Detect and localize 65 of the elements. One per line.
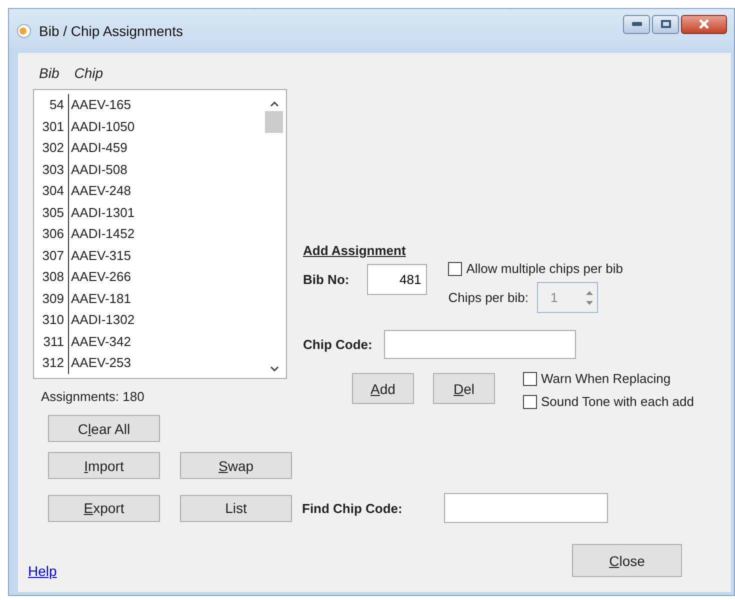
bib-cell-text: 304 bbox=[41, 183, 65, 198]
field-label: Find Chip Code: bbox=[302, 500, 402, 516]
spinner-arrows-icon bbox=[585, 288, 594, 306]
minimize-icon bbox=[632, 22, 642, 26]
find-chip-code-field[interactable] bbox=[444, 493, 608, 523]
close-icon bbox=[698, 19, 710, 29]
chip-cell: AAEV-248 bbox=[68, 180, 131, 202]
bib-cell-text: 305 bbox=[41, 204, 65, 220]
export-button[interactable]: Export bbox=[48, 494, 160, 522]
bib-cell-text: 306 bbox=[41, 226, 65, 242]
chip-cell: AAEV-315 bbox=[68, 244, 131, 266]
add-button[interactable]: Add bbox=[352, 373, 414, 404]
chip-cell: AAEV-342 bbox=[68, 330, 131, 352]
bib-cell-text: 311 bbox=[42, 334, 65, 349]
chip-code-field[interactable] bbox=[384, 330, 576, 359]
scroll-thumb[interactable] bbox=[265, 111, 283, 133]
checkbox[interactable] bbox=[523, 394, 537, 408]
import-button[interactable]: Import bbox=[48, 452, 160, 479]
chip-cell: AADI-508 bbox=[68, 158, 128, 180]
maximize-icon bbox=[660, 20, 670, 28]
column-header: Bib bbox=[39, 65, 60, 83]
bib-cell-text: 302 bbox=[41, 140, 65, 156]
chip-cell: AAEV-253 bbox=[68, 352, 131, 374]
chip-cell: AADI-1452 bbox=[68, 223, 135, 244]
assignment-list[interactable]: 54 AAEV-165 301 AADI-1050 302 AADI-459 303 AADI-508 304 AAEV-248 305 AADI-1301 306 AADI-1452 307 AAEV-315 308 AAEV-266 309 AAEV-181 310 AADI-1302 311 AAEV-342 312 AAEV-253 bbox=[33, 89, 287, 379]
checkbox-label: Sound Tone with each add bbox=[541, 394, 694, 409]
bib-number-field[interactable]: 481 bbox=[367, 264, 428, 295]
bib-cell-text: 301 bbox=[41, 118, 65, 134]
field-label: Bib No: bbox=[303, 272, 350, 287]
window-title: Bib / Chip Assignments bbox=[39, 23, 183, 39]
column-header: Chip bbox=[74, 65, 104, 83]
bib-cell-text: 303 bbox=[41, 162, 65, 177]
field-label: Chip Code: bbox=[303, 337, 372, 352]
chip-cell: AAEV-266 bbox=[68, 266, 131, 288]
bib-cell-text: 312 bbox=[41, 355, 65, 370]
close-button[interactable]: Close bbox=[572, 544, 682, 577]
bib-cell-text: 307 bbox=[41, 248, 65, 263]
scroll-up-icon[interactable] bbox=[270, 101, 278, 107]
checkbox-label: Allow multiple chips per bib bbox=[466, 261, 624, 276]
swap-button[interactable]: Swap bbox=[180, 452, 292, 479]
close-button[interactable] bbox=[681, 14, 727, 34]
bib-cell-text: 308 bbox=[41, 269, 65, 284]
chip-cell: AADI-1050 bbox=[68, 116, 135, 137]
app-icon bbox=[17, 24, 31, 38]
bib-cell-text: 54 bbox=[48, 97, 65, 112]
chip-cell: AADI-459 bbox=[68, 137, 128, 158]
bib-cell-text: 309 bbox=[41, 290, 65, 306]
chip-cell: AAEV-165 bbox=[68, 94, 131, 116]
minimize-button[interactable] bbox=[623, 14, 650, 34]
maximize-button[interactable] bbox=[652, 14, 679, 34]
chip-cell: AADI-1301 bbox=[68, 202, 135, 223]
clear-all-button[interactable]: Clear All bbox=[48, 415, 160, 442]
checkbox[interactable] bbox=[448, 262, 462, 276]
checkbox-label: Warn When Replacing bbox=[541, 371, 671, 386]
scroll-down-icon[interactable] bbox=[270, 366, 278, 372]
chip-cell: AADI-1302 bbox=[68, 309, 135, 330]
chip-cell: AAEV-181 bbox=[68, 288, 131, 309]
section-heading: Add Assignment bbox=[303, 243, 406, 258]
field-label: Chips per bib: bbox=[448, 290, 528, 305]
assignment-count: Assignments: 180 bbox=[41, 389, 146, 404]
list-button[interactable]: List bbox=[180, 494, 292, 522]
delete-button[interactable]: Del bbox=[433, 373, 495, 404]
bib-cell-text: 310 bbox=[41, 312, 65, 328]
help-link[interactable]: Help bbox=[28, 563, 57, 579]
checkbox[interactable] bbox=[523, 372, 537, 386]
